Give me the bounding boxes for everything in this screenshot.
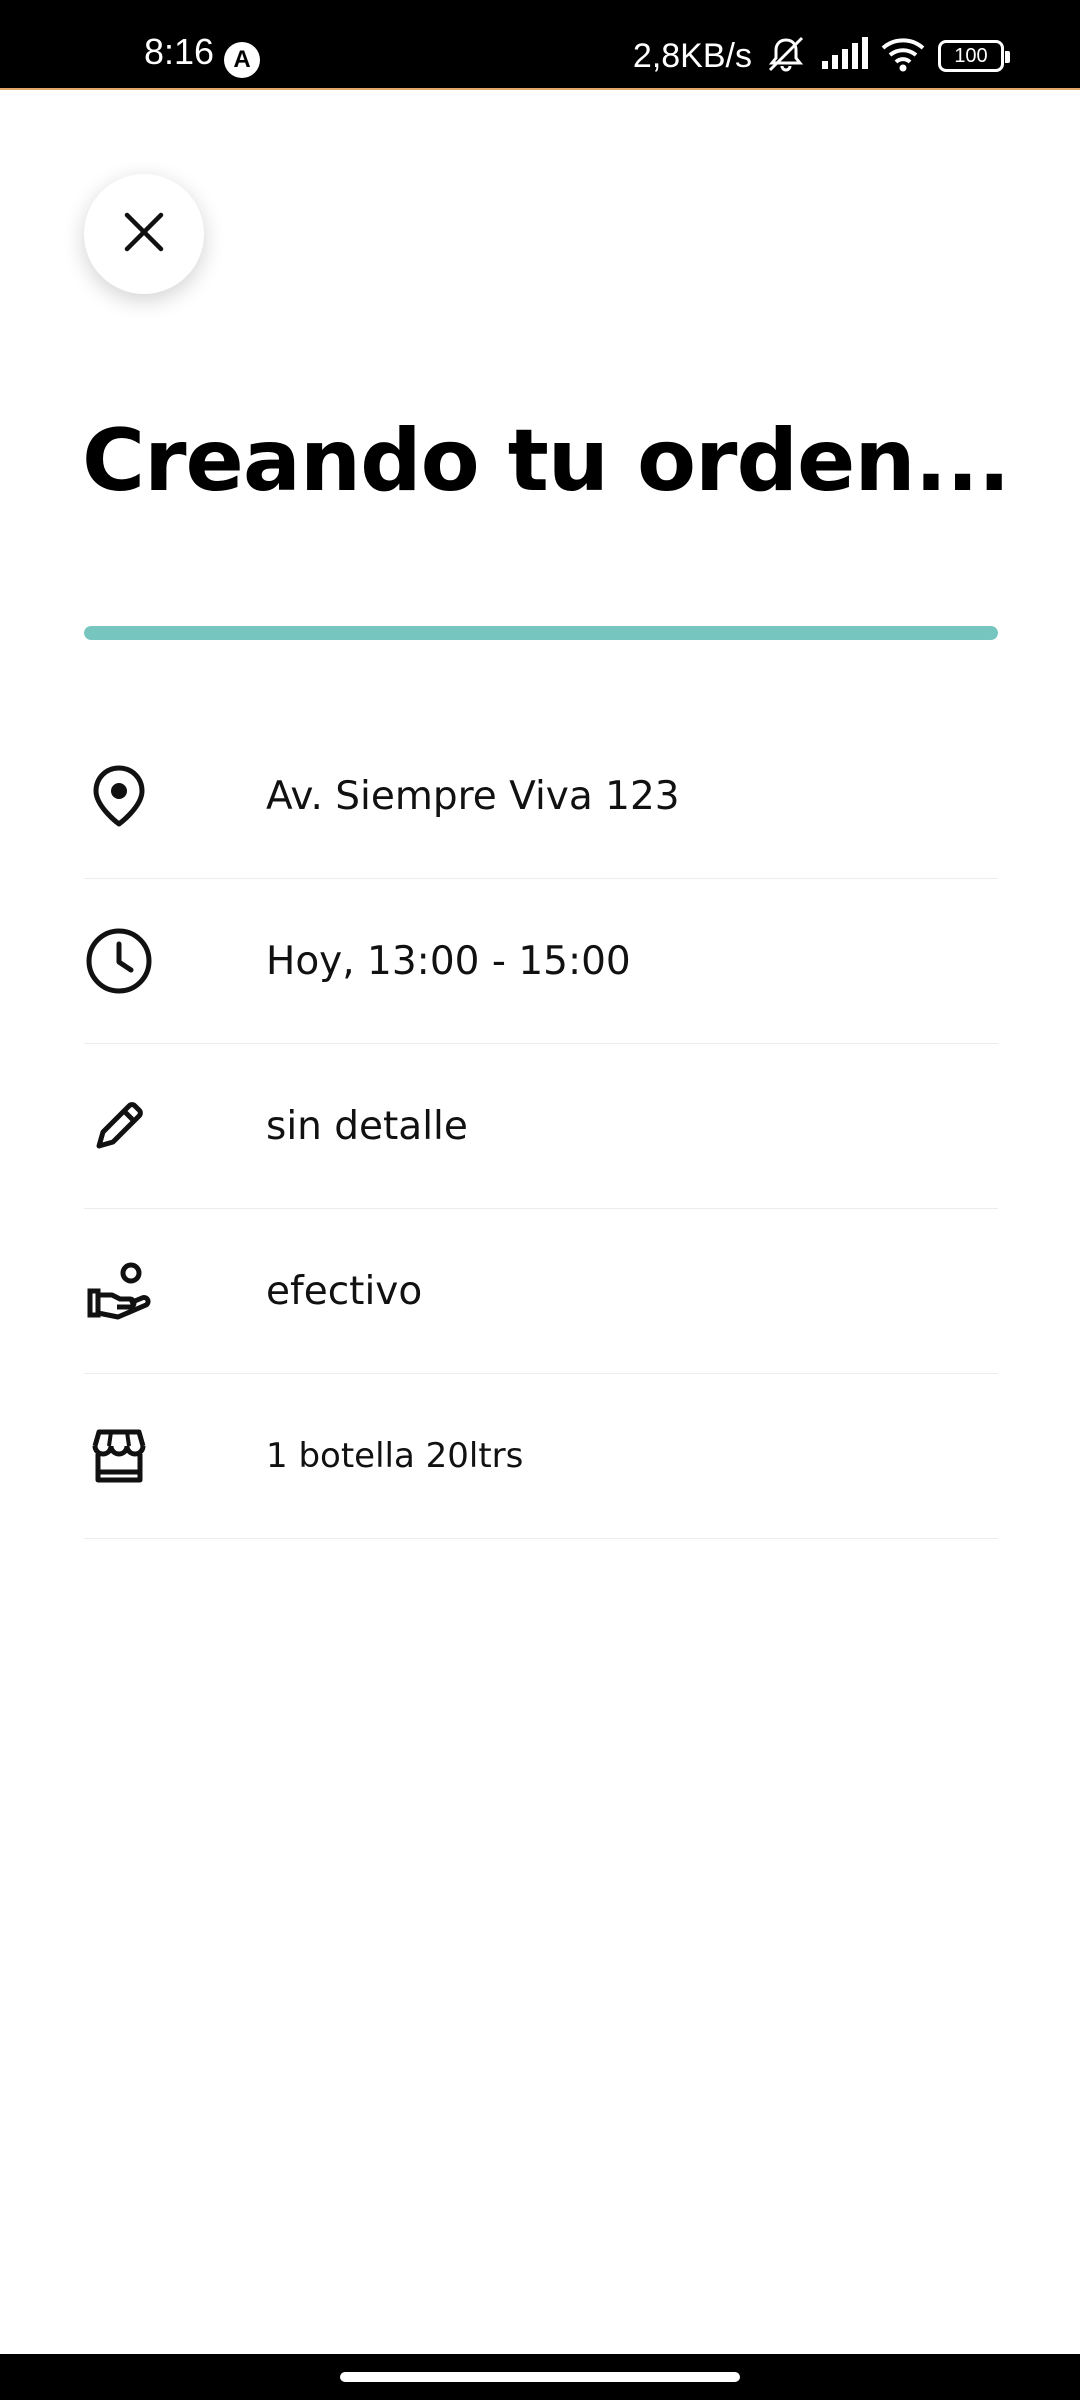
detail-row-time: Hoy, 13:00 - 15:00: [84, 879, 998, 1044]
progress-bar: [84, 626, 998, 640]
detail-row-notes: sin detalle: [84, 1044, 998, 1209]
home-indicator[interactable]: [340, 2372, 740, 2382]
detail-notes-text: sin detalle: [266, 1103, 468, 1149]
network-speed: 2,8KB/s: [632, 37, 752, 75]
order-details-list: Av. Siempre Viva 123 Hoy, 13:00 - 15:00 …: [84, 714, 998, 1539]
app-notification-icon: A: [224, 42, 260, 78]
pencil-icon: [84, 1091, 154, 1161]
store-icon: [84, 1421, 154, 1491]
page-title: Creando tu orden...: [82, 411, 1011, 511]
navigation-bar: [0, 2354, 1080, 2400]
wifi-icon: [880, 36, 926, 76]
progress-bar-fill: [84, 626, 998, 640]
clock-icon: [84, 926, 154, 996]
status-bar: 8:16 A 2,8KB/s 100: [0, 0, 1080, 90]
detail-product-text: 1 botella 20ltrs: [266, 1436, 524, 1476]
detail-row-address: Av. Siempre Viva 123: [84, 714, 998, 879]
detail-row-product: 1 botella 20ltrs: [84, 1374, 998, 1539]
detail-time-text: Hoy, 13:00 - 15:00: [266, 938, 631, 984]
detail-row-payment: efectivo: [84, 1209, 998, 1374]
battery-level: 100: [954, 44, 988, 67]
detail-payment-text: efectivo: [266, 1268, 423, 1314]
status-time: 8:16: [144, 31, 215, 72]
signal-icon: [820, 37, 868, 75]
mute-icon: [764, 34, 808, 78]
hand-payment-icon: [84, 1256, 154, 1326]
status-indicators: 2,8KB/s 100: [632, 36, 1010, 76]
location-pin-icon: [84, 761, 154, 831]
detail-address-text: Av. Siempre Viva 123: [266, 773, 680, 819]
battery-icon: 100: [938, 40, 1010, 72]
close-icon: [123, 211, 165, 257]
close-button[interactable]: [84, 174, 204, 294]
